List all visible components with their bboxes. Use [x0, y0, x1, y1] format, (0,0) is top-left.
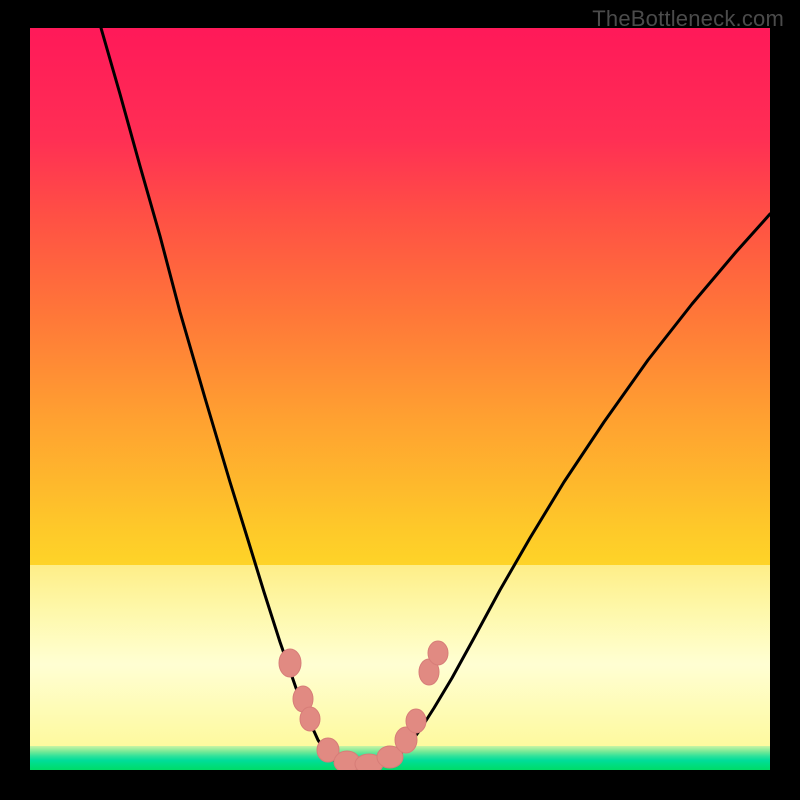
- curve-bead: [406, 709, 426, 733]
- watermark-text: TheBottleneck.com: [592, 6, 784, 32]
- bead-group: [279, 641, 448, 770]
- curve-bead: [300, 707, 320, 731]
- chart-svg: [30, 28, 770, 770]
- plot-area: [30, 28, 770, 770]
- outer-frame: TheBottleneck.com: [0, 0, 800, 800]
- curve-bead: [428, 641, 448, 665]
- curve-bead: [279, 649, 301, 677]
